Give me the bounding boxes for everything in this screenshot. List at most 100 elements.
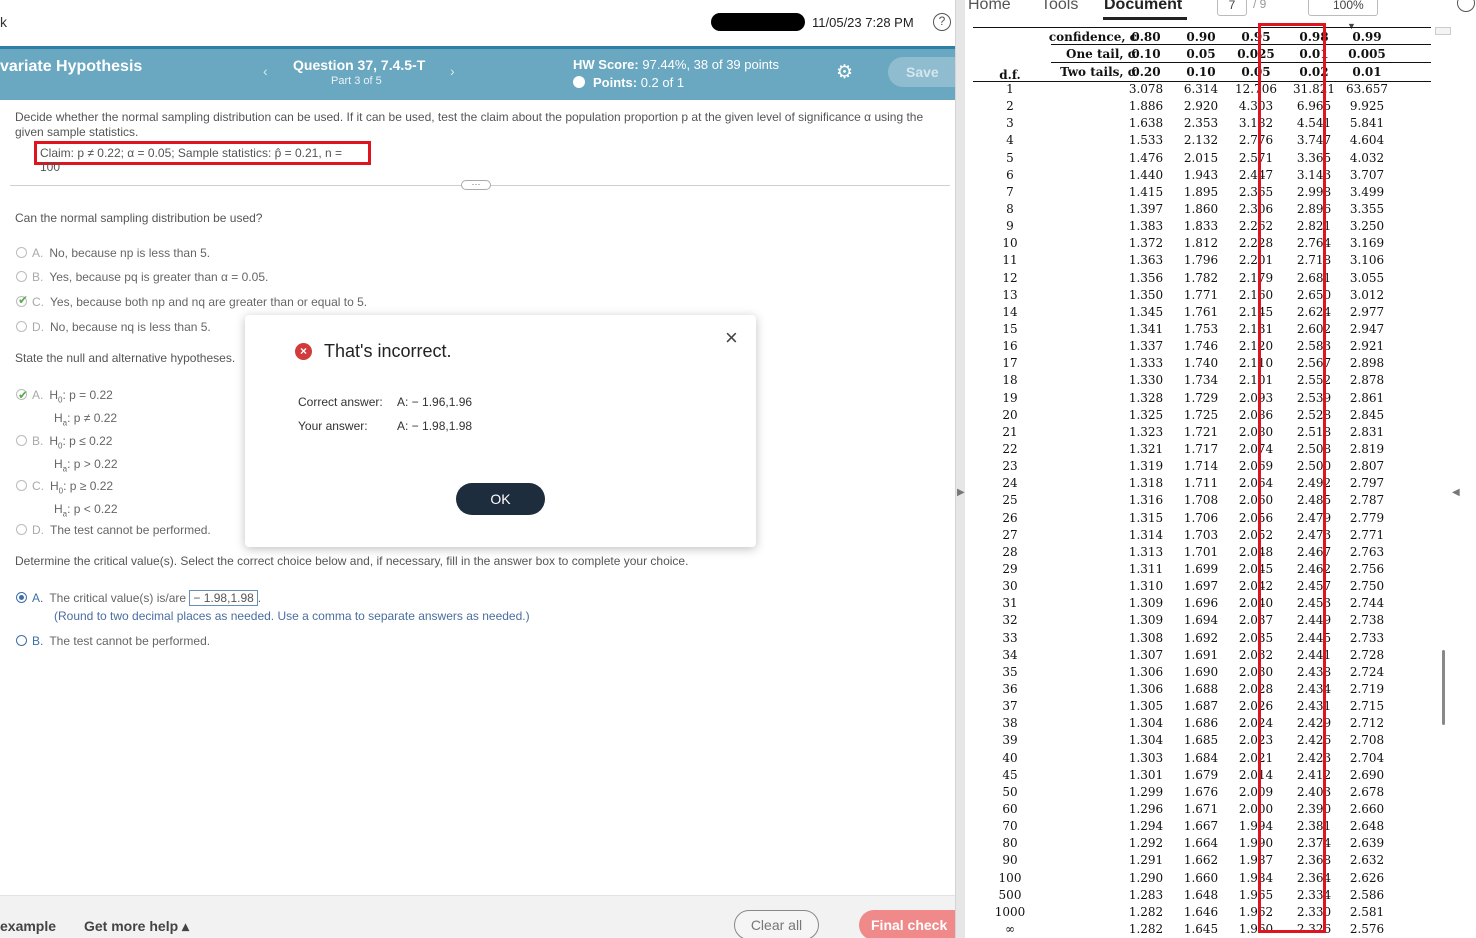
table-cell: 1.725: [1183, 408, 1219, 422]
get-more-help-link[interactable]: Get more help ▴: [84, 918, 189, 935]
table-cell: 2.763: [1349, 545, 1385, 559]
df-value: 18: [1002, 373, 1018, 387]
table-header-cell: 0.01: [1352, 65, 1382, 79]
points-pie-icon: [573, 76, 585, 88]
table-cell: 1.746: [1183, 339, 1219, 353]
df-value: 39: [1002, 733, 1018, 747]
table-cell: 9.925: [1349, 99, 1385, 113]
view-example-link[interactable]: example: [0, 918, 56, 934]
table-cell: 1.303: [1128, 751, 1164, 765]
radio-icon[interactable]: [16, 247, 27, 258]
q2-option-d[interactable]: D. The test cannot be performed.: [16, 523, 211, 537]
table-cell: 1.771: [1183, 288, 1219, 302]
df-value: 1: [1006, 82, 1014, 96]
df-value: 8: [1006, 202, 1014, 216]
expand-handle[interactable]: ···: [461, 180, 491, 190]
gear-icon[interactable]: ⚙: [836, 61, 853, 84]
table-cell: 2.898: [1349, 356, 1385, 370]
df-value: 31: [1002, 596, 1018, 610]
q1-option-c[interactable]: ✔ C. Yes, because both np and nq are great…: [16, 293, 367, 309]
table-cell: 1.706: [1183, 511, 1219, 525]
collapse-arrow-icon[interactable]: ◀: [1452, 487, 1460, 498]
df-value: 36: [1002, 682, 1018, 696]
points-label: Points:: [593, 75, 638, 90]
table-cell: 2.831: [1349, 425, 1385, 439]
table-cell: 1.812: [1183, 236, 1219, 250]
radio-icon[interactable]: [16, 480, 27, 491]
table-cell: 1.886: [1128, 99, 1164, 113]
q1-option-d[interactable]: D. No, because nq is less than 5.: [16, 320, 211, 334]
correct-answer-value: A: − 1.96,1.96: [397, 395, 473, 409]
next-question-icon[interactable]: ›: [450, 63, 455, 79]
q3-option-b[interactable]: B. The test cannot be performed.: [16, 634, 210, 648]
close-icon[interactable]: ×: [725, 325, 738, 351]
table-cell: 2.586: [1349, 888, 1385, 902]
table-cell: 1.691: [1183, 648, 1219, 662]
radio-icon[interactable]: [16, 271, 27, 282]
ha-value: p > 0.22: [73, 457, 118, 472]
table-cell: 1.315: [1128, 511, 1164, 525]
question-3: Determine the critical value(s). Select …: [15, 554, 689, 568]
critical-value-input[interactable]: − 1.98,1.98: [189, 590, 258, 606]
q2-option-c[interactable]: C. H0: p ≥ 0.22 Ha: p < 0.22: [16, 477, 118, 524]
radio-icon[interactable]: ✔: [16, 293, 28, 307]
prev-question-icon[interactable]: ‹: [263, 63, 268, 79]
table-cell: 2.878: [1349, 373, 1385, 387]
radio-icon[interactable]: [16, 435, 27, 446]
ok-button[interactable]: OK: [456, 483, 545, 515]
table-cell: 1.306: [1128, 665, 1164, 679]
scroll-up-button[interactable]: [1435, 27, 1451, 35]
table-cell: 3.499: [1349, 185, 1385, 199]
ha-label: Ha:: [54, 457, 74, 474]
table-cell: 4.604: [1349, 133, 1385, 147]
save-button[interactable]: Save: [888, 57, 955, 87]
q3-option-a[interactable]: A. The critical value(s) is/are − 1.98,1.…: [16, 590, 261, 606]
q2-option-a[interactable]: ✔ A. H0: p = 0.22 Ha: p ≠ 0.22: [16, 386, 117, 433]
back-link[interactable]: k: [0, 14, 7, 30]
table-cell: 1.294: [1128, 819, 1164, 833]
table-rule: [1051, 62, 1431, 63]
rounding-hint: (Round to two decimal places as needed. …: [54, 609, 530, 623]
top-bar: k 11/05/23 7:28 PM ?: [0, 0, 955, 46]
df-value: 15: [1002, 322, 1018, 336]
radio-selected-icon[interactable]: [16, 592, 27, 603]
table-cell: 3.355: [1349, 202, 1385, 216]
table-cell: 1.282: [1128, 922, 1164, 936]
table-cell: 1.350: [1128, 288, 1164, 302]
q1-option-a[interactable]: A. No, because np is less than 5.: [16, 246, 210, 260]
table-cell: 1.740: [1183, 356, 1219, 370]
q2-option-b[interactable]: B. H0: p ≤ 0.22 Ha: p > 0.22: [16, 432, 118, 479]
radio-icon[interactable]: ✔: [16, 388, 28, 402]
table-cell: 1.699: [1183, 562, 1219, 576]
final-check-button[interactable]: Final check: [859, 910, 955, 938]
table-cell: 1.292: [1128, 836, 1164, 850]
table-cell: 1.721: [1183, 425, 1219, 439]
table-cell: 1.290: [1128, 871, 1164, 885]
radio-icon[interactable]: [16, 321, 27, 332]
df-value: 70: [1002, 819, 1018, 833]
table-cell: 1.796: [1183, 253, 1219, 267]
table-cell: 1.330: [1128, 373, 1164, 387]
clear-all-button[interactable]: Clear all: [734, 910, 819, 938]
table-cell: 1.711: [1183, 476, 1219, 490]
assignment-title: variate Hypothesis: [0, 58, 143, 75]
df-value: 32: [1002, 613, 1018, 627]
table-cell: 1.291: [1128, 853, 1164, 867]
collapse-arrow-icon[interactable]: ▶: [957, 487, 965, 498]
df-value: 60: [1002, 802, 1018, 816]
table-cell: 1.533: [1128, 133, 1164, 147]
pane-splitter[interactable]: ▶: [955, 0, 965, 938]
option-text: The test cannot be performed.: [49, 634, 211, 648]
h0-value: p ≤ 0.22: [69, 434, 113, 448]
scrollbar-thumb[interactable]: [1442, 650, 1445, 725]
table-cell: 1.306: [1128, 682, 1164, 696]
df-value: 13: [1002, 288, 1018, 302]
df-value: 50: [1002, 785, 1018, 799]
table-cell: 1.703: [1183, 528, 1219, 542]
table-cell: 3.106: [1349, 253, 1385, 267]
q1-option-b[interactable]: B. Yes, because pq is greater than α = 0.…: [16, 270, 268, 284]
radio-icon[interactable]: [16, 635, 27, 646]
table-cell: 2.779: [1349, 511, 1385, 525]
radio-icon[interactable]: [16, 524, 27, 535]
help-icon[interactable]: ?: [933, 13, 951, 31]
